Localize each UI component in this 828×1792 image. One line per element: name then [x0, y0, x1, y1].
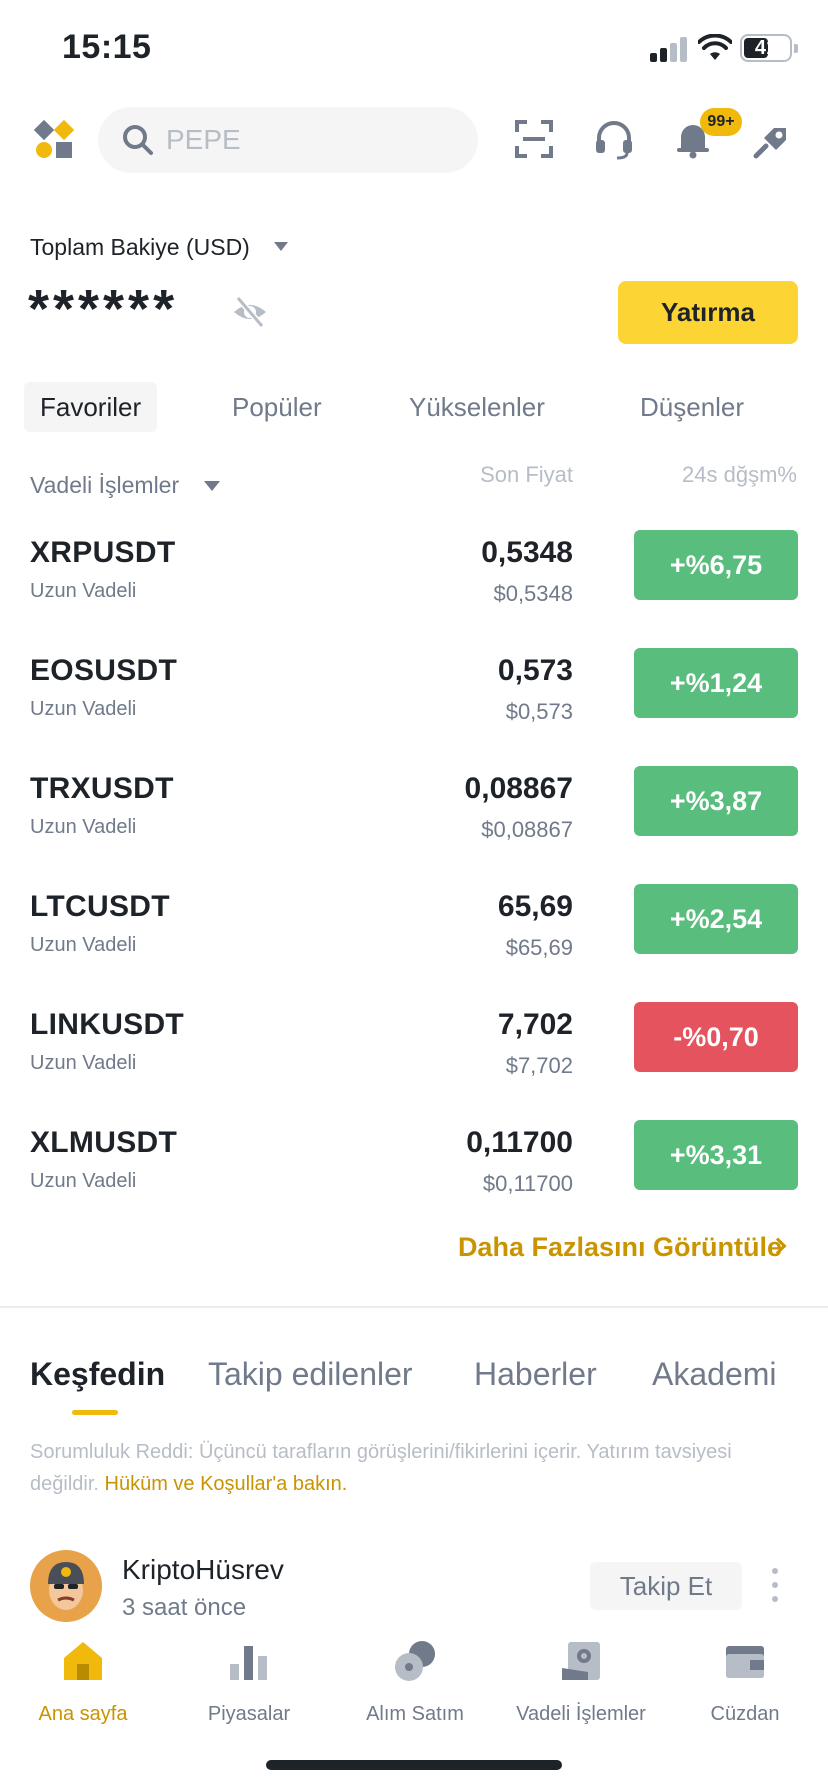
hide-balance-icon[interactable] [230, 292, 270, 332]
balance-value: ****** [28, 279, 179, 339]
column-header-change[interactable]: 24s dğşm% [640, 462, 797, 488]
row-usd-price: $65,69 [505, 935, 573, 960]
balance-label[interactable]: Toplam Bakiye (USD) [30, 234, 250, 261]
row-change-badge[interactable]: +%3,87 [634, 766, 798, 836]
section-divider [0, 1306, 828, 1308]
row-change-badge[interactable]: +%3,31 [634, 1120, 798, 1190]
row-contract-type: Uzun Vadeli [30, 1052, 137, 1074]
row-usd-price: $0,11700 [482, 1171, 573, 1196]
row-change-badge[interactable]: +%2,54 [634, 884, 798, 954]
market-row[interactable]: XRPUSDT Uzun Vadeli 0,5348 $0,5348 +%6,7… [0, 528, 828, 646]
row-symbol: XRPUSDT [30, 536, 176, 569]
wifi-icon [698, 34, 732, 60]
nav-label: Vadeli İşlemler [516, 1703, 646, 1725]
nav-label: Cüzdan [710, 1703, 780, 1725]
nav-markets[interactable]: Piyasalar [166, 1638, 332, 1726]
tab-favorites[interactable]: Favoriler [24, 382, 158, 432]
disclaimer: Sorumluluk Reddi: Üçüncü tarafların görü… [30, 1436, 790, 1500]
row-last-price: 0,11700 [466, 1126, 573, 1159]
row-usd-price: $7,702 [505, 1053, 573, 1078]
tab-academy[interactable]: Akademi [652, 1356, 777, 1393]
row-usd-price: $0,5348 [493, 581, 573, 606]
scan-icon[interactable] [513, 118, 555, 160]
notification-badge: 99+ [700, 108, 742, 136]
nav-trade[interactable]: Alım Satım [332, 1638, 498, 1726]
row-symbol: LINKUSDT [30, 1008, 185, 1041]
row-contract-type: Uzun Vadeli [30, 580, 137, 602]
post-time: 3 saat önce [122, 1594, 247, 1621]
trade-icon [395, 1641, 435, 1681]
futures-icon [562, 1642, 600, 1680]
home-icon [64, 1642, 102, 1680]
avatar[interactable] [30, 1550, 102, 1622]
row-last-price: 7,702 [497, 1008, 573, 1041]
nav-label: Piyasalar [207, 1703, 291, 1725]
tab-discover[interactable]: Keşfedin [30, 1356, 165, 1393]
row-change-badge[interactable]: +%1,24 [634, 648, 798, 718]
avatar-face-icon [30, 1550, 102, 1622]
row-last-price: 0,08867 [464, 772, 573, 805]
tab-popular[interactable]: Popüler [216, 382, 338, 432]
logo-icon[interactable] [33, 119, 75, 160]
row-symbol: XLMUSDT [30, 1126, 178, 1159]
view-more-link[interactable]: Daha Fazlasını Görüntüle [458, 1232, 782, 1263]
row-usd-price: $0,573 [505, 699, 573, 724]
market-filter-dropdown[interactable]: Vadeli İşlemler [30, 472, 179, 499]
deposit-button[interactable]: Yatırma [618, 281, 798, 344]
market-row[interactable]: TRXUSDT Uzun Vadeli 0,08867 $0,08867 +%3… [0, 764, 828, 882]
row-usd-price: $0,08867 [481, 817, 573, 842]
row-contract-type: Uzun Vadeli [30, 698, 137, 720]
home-indicator[interactable] [266, 1760, 562, 1770]
more-options-icon[interactable] [772, 1568, 780, 1604]
markets-icon [230, 1646, 267, 1680]
caret-down-icon[interactable] [274, 242, 288, 251]
row-change-badge[interactable]: -%0,70 [634, 1002, 798, 1072]
search-placeholder: PEPE [166, 124, 241, 155]
nav-wallet[interactable]: Cüzdan [662, 1638, 828, 1726]
status-time: 15:15 [62, 28, 152, 66]
row-symbol: TRXUSDT [30, 772, 174, 805]
cellular-signal-icon [650, 34, 690, 62]
nav-label: Ana sayfa [38, 1703, 128, 1725]
tab-gainers[interactable]: Yükselenler [393, 382, 561, 432]
search-icon [123, 125, 153, 155]
market-row[interactable]: LTCUSDT Uzun Vadeli 65,69 $65,69 +%2,54 [0, 882, 828, 1000]
battery-level: 41 [754, 37, 778, 59]
wallet-icon [726, 1646, 764, 1678]
follow-button[interactable]: Takip Et [590, 1562, 742, 1610]
row-last-price: 65,69 [497, 890, 573, 923]
row-contract-type: Uzun Vadeli [30, 816, 137, 838]
nav-futures[interactable]: Vadeli İşlemler [498, 1638, 664, 1726]
row-symbol: LTCUSDT [30, 890, 170, 923]
nav-label: Alım Satım [366, 1703, 464, 1725]
column-header-price[interactable]: Son Fiyat [420, 462, 573, 488]
tab-losers[interactable]: Düşenler [624, 382, 760, 432]
market-row[interactable]: LINKUSDT Uzun Vadeli 7,702 $7,702 -%0,70 [0, 1000, 828, 1118]
tab-news[interactable]: Haberler [474, 1356, 597, 1393]
row-change-badge[interactable]: +%6,75 [634, 530, 798, 600]
row-symbol: EOSUSDT [30, 654, 178, 687]
row-contract-type: Uzun Vadeli [30, 934, 137, 956]
caret-down-icon[interactable] [204, 481, 220, 491]
battery-icon: 41 [740, 34, 798, 62]
headset-icon[interactable] [593, 118, 635, 160]
search-input[interactable]: PEPE [98, 107, 478, 173]
terms-link[interactable]: Hüküm ve Koşullar'a bakın. [105, 1473, 348, 1495]
market-row[interactable]: EOSUSDT Uzun Vadeli 0,573 $0,573 +%1,24 [0, 646, 828, 764]
market-row[interactable]: XLMUSDT Uzun Vadeli 0,11700 $0,11700 +%3… [0, 1118, 828, 1236]
post-author[interactable]: KriptoHüsrev [122, 1554, 284, 1586]
nav-home[interactable]: Ana sayfa [0, 1638, 166, 1726]
active-tab-indicator [72, 1410, 118, 1415]
row-contract-type: Uzun Vadeli [30, 1170, 137, 1192]
gift-icon[interactable] [752, 118, 794, 160]
row-last-price: 0,5348 [481, 536, 573, 569]
row-last-price: 0,573 [497, 654, 573, 687]
tab-following[interactable]: Takip edilenler [208, 1356, 413, 1393]
